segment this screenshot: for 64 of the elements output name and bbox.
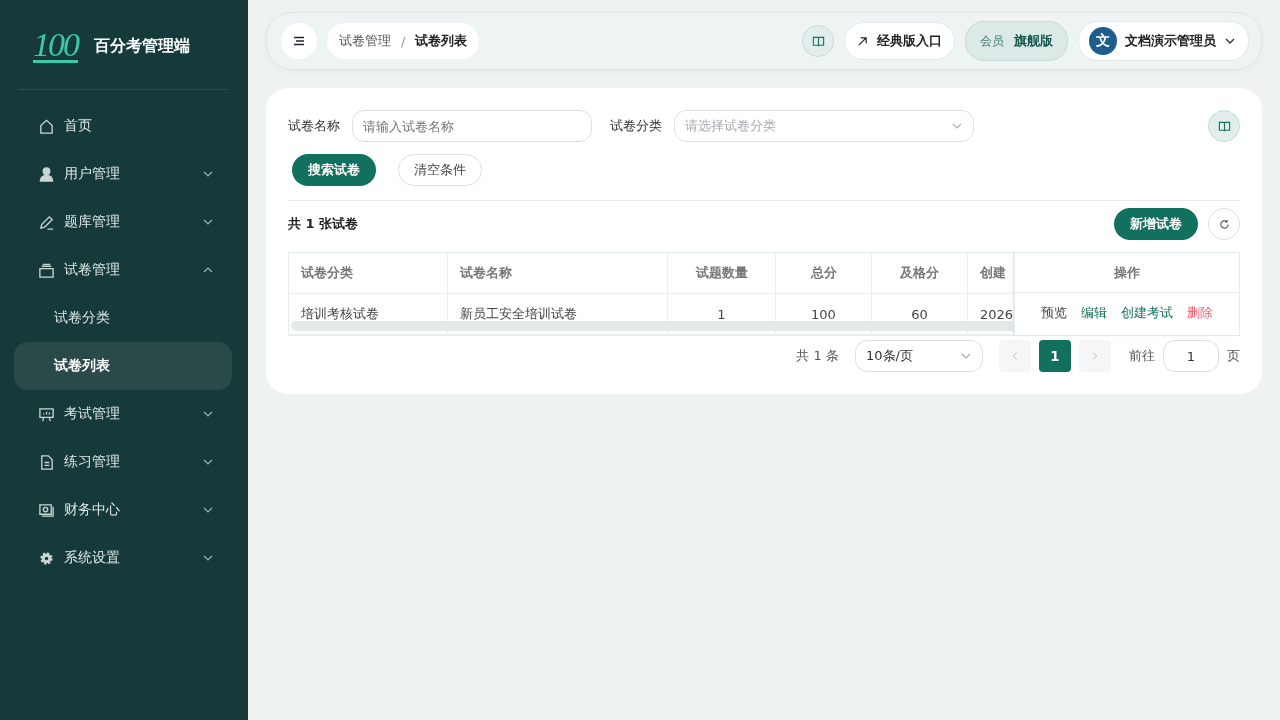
- sidebar-subitem[interactable]: 试卷列表: [14, 342, 232, 390]
- sidebar-item[interactable]: 练习管理: [0, 438, 248, 486]
- total-count: 共 1 条: [796, 347, 839, 365]
- column-header: 总分: [776, 253, 872, 293]
- board-icon: [38, 405, 55, 423]
- classic-entry-button[interactable]: 经典版入口: [844, 22, 955, 60]
- home-icon: [38, 117, 55, 135]
- action-link[interactable]: 预览: [1041, 304, 1067, 322]
- action-link[interactable]: 创建考试: [1121, 304, 1173, 322]
- book-icon: [811, 34, 825, 48]
- column-header: 试卷名称: [448, 253, 668, 293]
- chevron-right-icon: [1090, 351, 1100, 361]
- filter-label: 试卷名称: [288, 117, 340, 135]
- paper-count: 共 1 张试卷: [288, 215, 359, 233]
- menu-button[interactable]: [281, 23, 317, 59]
- arrow-icon: [857, 35, 868, 47]
- sidebar-item[interactable]: 系统设置: [0, 534, 248, 582]
- breadcrumb-link[interactable]: 试卷管理: [339, 32, 391, 50]
- breadcrumb-current: 试卷列表: [415, 32, 468, 50]
- page-input[interactable]: 1: [1163, 340, 1219, 372]
- page-size-select[interactable]: 10条/页: [855, 340, 983, 372]
- column-header: 及格分: [872, 253, 968, 293]
- refresh-button[interactable]: [1208, 208, 1240, 240]
- sidebar-subitem[interactable]: 试卷分类: [14, 294, 232, 342]
- refresh-icon: [1218, 218, 1230, 230]
- input-field[interactable]: 请输入试卷名称: [352, 110, 592, 142]
- filter-label: 试卷分类: [610, 117, 662, 135]
- book-button[interactable]: [802, 25, 834, 57]
- scrollbar[interactable]: [291, 321, 1014, 331]
- member-label: 会员: [980, 32, 1004, 50]
- member-badge[interactable]: 会员 旗舰版: [965, 21, 1068, 61]
- pen-icon: [38, 213, 55, 231]
- sidebar-item[interactable]: 题库管理: [0, 198, 248, 246]
- column-header: 操作: [1015, 253, 1239, 293]
- member-level: 旗舰版: [1014, 32, 1053, 50]
- page-number[interactable]: 1: [1039, 340, 1071, 372]
- add-paper-button[interactable]: 新增试卷: [1114, 208, 1198, 240]
- sidebar-item[interactable]: 首页: [0, 102, 248, 150]
- clear-button[interactable]: 清空条件: [398, 154, 482, 186]
- column-header: 试题数量: [668, 253, 776, 293]
- logo: 100: [33, 30, 78, 63]
- sidebar-item[interactable]: 用户管理: [0, 150, 248, 198]
- doc-icon: [38, 453, 55, 471]
- avatar: 文: [1089, 27, 1117, 55]
- page-unit: 页: [1227, 347, 1240, 365]
- user-icon: [38, 165, 55, 183]
- chevron-left-icon: [1010, 351, 1020, 361]
- search-button[interactable]: 搜索试卷: [292, 154, 376, 186]
- breadcrumb-separator: /: [401, 33, 406, 49]
- book-button[interactable]: [1208, 110, 1240, 142]
- tray-icon: [38, 261, 55, 279]
- sidebar-item[interactable]: 财务中心: [0, 486, 248, 534]
- user-menu[interactable]: 文 文档演示管理员: [1078, 21, 1249, 61]
- menu-icon: [293, 35, 305, 47]
- money-icon: [38, 501, 55, 519]
- column-header: 试卷分类: [289, 253, 448, 293]
- user-name: 文档演示管理员: [1125, 32, 1216, 50]
- sidebar-item[interactable]: 试卷管理: [0, 246, 248, 294]
- goto-label: 前往: [1129, 347, 1155, 365]
- action-link[interactable]: 编辑: [1081, 304, 1107, 322]
- gear-icon: [38, 549, 55, 567]
- sidebar-item[interactable]: 考试管理: [0, 390, 248, 438]
- app-title: 百分考管理端: [94, 36, 190, 57]
- book-icon: [1217, 119, 1231, 133]
